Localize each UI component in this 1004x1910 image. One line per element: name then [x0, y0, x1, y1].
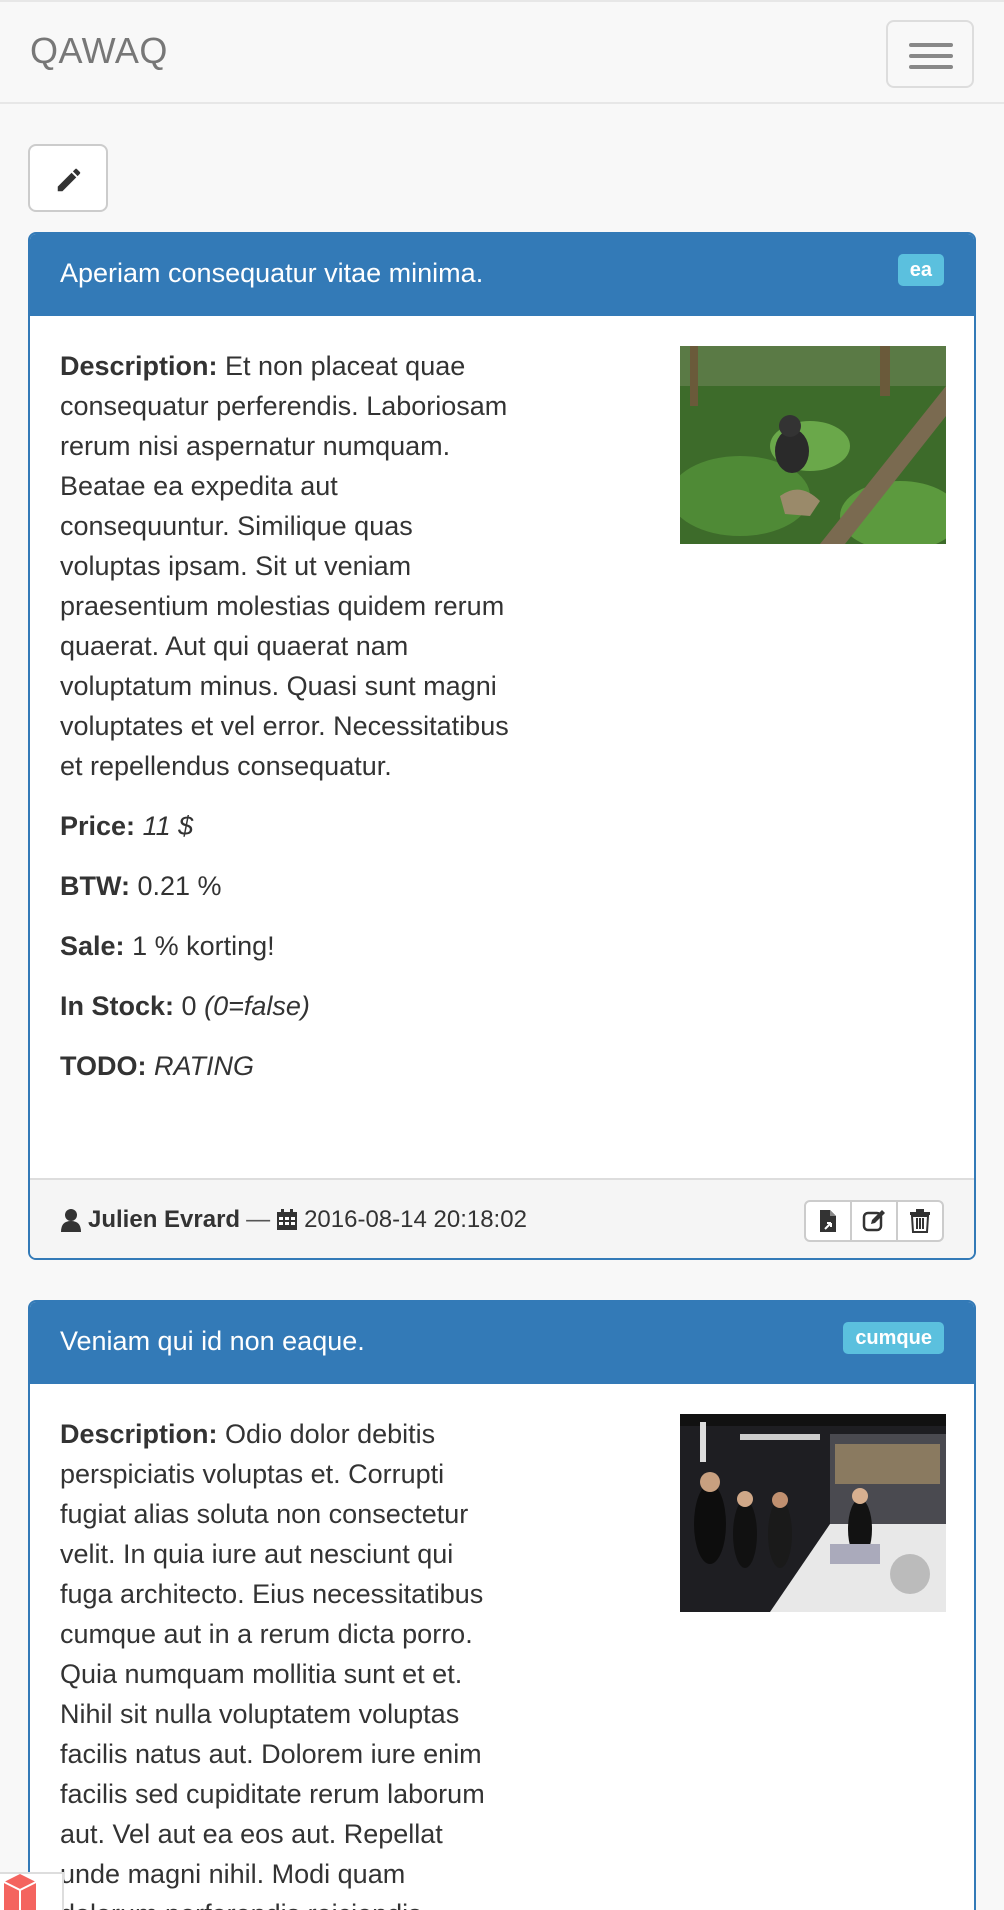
todo-label: TODO:: [60, 1051, 147, 1081]
menu-toggle-button[interactable]: [886, 20, 974, 88]
sale-row: Sale: 1 % korting!: [60, 926, 510, 966]
pencil-icon: [57, 168, 81, 192]
description-text: Et non placeat quae consequatur perferen…: [60, 351, 509, 781]
edit-button[interactable]: [28, 144, 108, 212]
edit-item-button[interactable]: [852, 1202, 898, 1240]
tag-badge[interactable]: ea: [897, 254, 944, 286]
user-icon: [61, 1209, 81, 1232]
description-label: Description:: [60, 1419, 218, 1449]
price-label: Price:: [60, 811, 136, 841]
description-row: Description: Odio dolor debitis perspici…: [60, 1414, 510, 1910]
description-row: Description: Et non placeat quae consequ…: [60, 346, 510, 786]
stock-note: (0=false): [204, 991, 310, 1021]
btw-row: BTW: 0.21 %: [60, 866, 510, 906]
view-button[interactable]: [806, 1202, 852, 1240]
gorilla-photo: [680, 346, 946, 544]
trash-icon: [910, 1209, 930, 1233]
panel-heading: Veniam qui id non eaque. cumque: [30, 1302, 974, 1384]
todo-value: RATING: [154, 1051, 255, 1081]
store-interior-photo: [680, 1414, 946, 1612]
meta-separator: —: [246, 1206, 271, 1233]
post-meta: Julien Evrard — 2016-08-14 20:18:02: [60, 1206, 527, 1234]
btw-label: BTW:: [60, 871, 130, 901]
product-title[interactable]: Veniam qui id non eaque.: [60, 1326, 365, 1357]
hamburger-icon: [909, 43, 953, 47]
sale-value: 1 % korting!: [132, 931, 275, 961]
stock-label: In Stock:: [60, 991, 175, 1021]
description-label: Description:: [60, 351, 218, 381]
product-panel: Aperiam consequatur vitae minima. ea Des…: [28, 232, 976, 1260]
description-text: Odio dolor debitis perspiciatis voluptas…: [60, 1419, 485, 1910]
author-name[interactable]: Julien Evrard: [88, 1206, 240, 1234]
price-value: 11 $: [142, 811, 194, 841]
btw-value: 0.21 %: [137, 871, 222, 901]
stock-value: 0: [181, 991, 197, 1021]
laravel-logo-icon: [3, 1874, 37, 1910]
product-image[interactable]: [680, 1414, 946, 1612]
panel-footer: Julien Evrard — 2016-08-14 20:18:02: [30, 1178, 974, 1258]
panel-heading: Aperiam consequatur vitae minima. ea: [30, 234, 974, 316]
todo-row: TODO: RATING: [60, 1046, 510, 1086]
navbar: QAWAQ: [0, 0, 1004, 104]
product-panel: Veniam qui id non eaque. cumque Descript…: [28, 1300, 976, 1910]
post-date: 2016-08-14 20:18:02: [304, 1206, 527, 1233]
corner-logo[interactable]: [0, 1872, 64, 1910]
edit-square-icon: [862, 1210, 885, 1232]
action-button-group: [804, 1200, 944, 1242]
delete-button[interactable]: [898, 1202, 942, 1240]
tag-badge[interactable]: cumque: [843, 1322, 944, 1354]
product-details: Description: Et non placeat quae consequ…: [60, 346, 510, 1106]
price-row: Price: 11 $: [60, 806, 510, 846]
product-title[interactable]: Aperiam consequatur vitae minima.: [60, 258, 483, 289]
stock-row: In Stock: 0 (0=false): [60, 986, 510, 1026]
file-export-icon: [820, 1210, 836, 1232]
brand-logo[interactable]: QAWAQ: [30, 30, 168, 72]
calendar-icon: [277, 1209, 298, 1230]
sale-label: Sale:: [60, 931, 125, 961]
product-details: Description: Odio dolor debitis perspici…: [60, 1414, 510, 1910]
product-image[interactable]: [680, 346, 946, 544]
